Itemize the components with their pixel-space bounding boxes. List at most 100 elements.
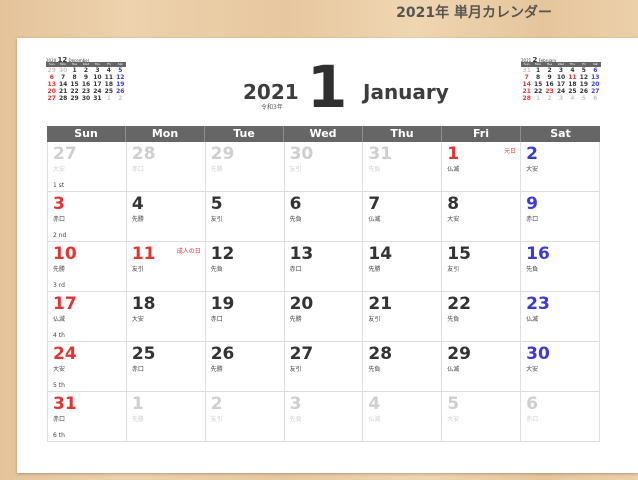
week-number-label: 3 rd	[53, 282, 65, 289]
day-cell[interactable]: 5 友引	[205, 192, 285, 242]
day-cell[interactable]: 31 赤口 6 th	[48, 392, 127, 442]
day-number: 29	[447, 344, 471, 364]
rokuyo-label: 赤口	[526, 416, 539, 423]
day-number: 23	[526, 294, 550, 314]
day-cell[interactable]: 13 赤口	[284, 242, 364, 292]
rokuyo-label: 赤口	[526, 216, 539, 223]
day-number: 19	[210, 294, 235, 314]
mini-day: 17	[93, 81, 102, 88]
day-cell[interactable]: 15 友引	[442, 242, 522, 292]
day-cell[interactable]: 8 大安	[442, 192, 522, 242]
day-cell[interactable]: 19 赤口	[205, 292, 285, 342]
day-cell[interactable]: 28 赤口	[126, 142, 206, 192]
day-cell[interactable]: 22 先負	[442, 292, 522, 342]
day-number: 22	[447, 294, 471, 314]
day-number: 20	[289, 294, 314, 314]
rokuyo-label: 先勝	[289, 316, 302, 323]
day-cell[interactable]: 18 大安	[126, 292, 206, 342]
day-cell[interactable]: 3 先負	[284, 392, 364, 442]
day-cell[interactable]: 12 先負	[205, 242, 285, 292]
day-cell[interactable]: 4 先勝	[126, 192, 206, 242]
mini-day: 30	[58, 67, 68, 74]
day-cell[interactable]: 27 友引	[284, 342, 364, 392]
rokuyo-label: 先負	[289, 416, 302, 423]
week-number-label: 2 nd	[53, 232, 67, 239]
mini-calendar-previous: 2020 12 December Sun Mon Tue Wed Thu Fri Sat 2…	[46, 56, 126, 102]
header-month-number: 1	[307, 53, 348, 121]
rokuyo-label: 先勝	[131, 416, 144, 423]
day-cell[interactable]: 4 仏滅	[363, 392, 443, 442]
month-grid: Sun Mon Tue Wed Thu Fri Sat 27 大安 1 st 28 赤口 29 先勝 30…	[47, 126, 600, 442]
day-cell[interactable]: 29 仏滅	[442, 342, 522, 392]
mini-day: 8	[536, 74, 541, 81]
mini-day: 23	[545, 88, 554, 95]
day-number: 5	[210, 194, 223, 214]
day-number: 16	[526, 244, 550, 264]
mini-day: 2	[118, 95, 123, 102]
rokuyo-label: 大安	[53, 366, 66, 373]
day-number: 1	[131, 394, 144, 414]
day-cell[interactable]: 1 先勝	[126, 392, 206, 442]
day-cell[interactable]: 6 赤口	[521, 392, 600, 442]
mini-day: 4	[106, 67, 111, 74]
mini-day: 29	[47, 67, 56, 74]
day-cell[interactable]: 16 先負	[521, 242, 600, 292]
day-cell[interactable]: 24 大安 5 th	[48, 342, 127, 392]
day-cell[interactable]: 31 先負	[363, 142, 443, 192]
day-number: 5	[447, 394, 460, 414]
day-number: 21	[368, 294, 393, 314]
mini-day: 16	[81, 81, 91, 88]
mini-day: 13	[47, 81, 56, 88]
day-cell[interactable]: 30 友引	[284, 142, 364, 192]
day-number: 7	[368, 194, 381, 214]
header-year: 2021	[243, 80, 299, 104]
day-cell[interactable]: 3 赤口 2 nd	[48, 192, 127, 242]
mini-day: 8	[72, 74, 77, 81]
day-cell[interactable]: 5 大安	[442, 392, 522, 442]
day-cell[interactable]: 27 大安 1 st	[48, 142, 127, 192]
day-cell[interactable]: 2 大安	[521, 142, 600, 192]
rokuyo-label: 友引	[368, 316, 381, 323]
day-number: 2	[526, 144, 538, 164]
day-number: 28	[368, 344, 393, 364]
day-cell[interactable]: 6 先負	[284, 192, 364, 242]
mini-day: 25	[104, 88, 114, 95]
day-cell[interactable]: 9 赤口	[521, 192, 600, 242]
rokuyo-label: 大安	[526, 166, 539, 173]
day-cell[interactable]: 2 友引	[205, 392, 285, 442]
day-cell[interactable]: 21 友引	[363, 292, 443, 342]
day-cell[interactable]: 20 先勝	[284, 292, 364, 342]
mini-prev-day-grid: 29 30 1 2 3 4 5 6 7 8 9 10 11 12 13 14 15 16 17 18 19 20 21 22 2…	[46, 67, 126, 102]
week-number-label: 5 th	[53, 382, 65, 389]
mini-day: 18	[568, 81, 577, 88]
day-cell[interactable]: 23 仏滅	[521, 292, 600, 342]
day-cell[interactable]: 25 赤口	[126, 342, 206, 392]
day-number: 27	[53, 144, 77, 164]
day-number: 12	[210, 244, 235, 264]
mini-next-day-grid: 31 1 2 3 4 5 6 7 8 9 10 11 12 13 14 15 16 17 18 19 20 21 22 23 2…	[521, 67, 601, 102]
mini-day: 6	[593, 95, 598, 102]
day-grid: 27 大安 1 st 28 赤口 29 先勝 30 友引 31 先負 1 仏滅 元日 2 大安 3 赤口 2 nd 4…	[47, 142, 600, 442]
rokuyo-label: 友引	[289, 166, 302, 173]
mini-day: 28	[58, 95, 68, 102]
day-cell[interactable]: 1 仏滅 元日	[442, 142, 522, 192]
day-cell[interactable]: 10 先勝 3 rd	[48, 242, 127, 292]
weekday-label-fri: Fri	[442, 126, 521, 142]
day-cell[interactable]: 29 先勝	[205, 142, 285, 192]
day-cell[interactable]: 26 先勝	[205, 342, 285, 392]
day-number: 27	[289, 344, 314, 364]
day-cell[interactable]: 11 友引 成人の日	[126, 242, 206, 292]
day-cell[interactable]: 7 仏滅	[363, 192, 443, 242]
mini-day: 4	[570, 95, 575, 102]
day-cell[interactable]: 30 大安	[521, 342, 600, 392]
day-cell[interactable]: 28 先負	[363, 342, 443, 392]
rokuyo-label: 先勝	[53, 266, 66, 273]
rokuyo-label: 先負	[289, 216, 302, 223]
mini-day: 7	[524, 74, 529, 81]
mini-day: 5	[118, 67, 123, 74]
holiday-label: 成人の日	[176, 248, 201, 255]
day-cell[interactable]: 14 先勝	[363, 242, 443, 292]
day-cell[interactable]: 17 仏滅 4 th	[48, 292, 127, 342]
mini-day: 27	[591, 88, 600, 95]
mini-day: 19	[116, 81, 125, 88]
